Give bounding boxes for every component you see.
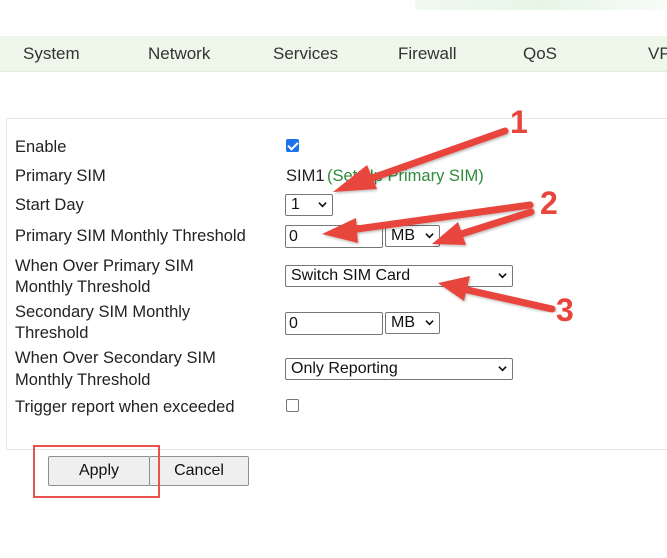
primary-threshold-label: Primary SIM Monthly Threshold — [15, 227, 246, 245]
header-strip — [0, 0, 667, 36]
nav-item-system[interactable]: System — [23, 44, 80, 64]
primary-threshold-input[interactable]: 0 — [285, 225, 383, 248]
chevron-down-icon — [498, 273, 507, 279]
over-primary-selected-value: Switch SIM Card — [291, 267, 411, 284]
nav-item-network[interactable]: Network — [148, 44, 210, 64]
enable-label: Enable — [15, 138, 67, 156]
over-secondary-selected-value: Only Reporting — [291, 360, 398, 377]
secondary-threshold-label-line2: Threshold — [15, 324, 89, 342]
secondary-threshold-label-line1: Secondary SIM Monthly — [15, 303, 191, 321]
over-secondary-label-line2: Monthly Threshold — [15, 371, 151, 389]
start-day-select[interactable]: 1 — [285, 194, 333, 216]
apply-button[interactable]: Apply — [48, 456, 150, 486]
main-navbar: System Network Services Firewall QoS VPN — [0, 36, 667, 72]
secondary-threshold-input[interactable]: 0 — [285, 312, 383, 335]
router-settings-page: System Network Services Firewall QoS VPN… — [0, 0, 667, 558]
primary-threshold-unit-select[interactable]: MB — [385, 225, 440, 247]
header-logo-fragment — [415, 0, 665, 10]
chevron-down-icon — [425, 233, 434, 239]
nav-item-vpn[interactable]: VPN — [648, 44, 667, 64]
primary-sim-value: SIM1 — [286, 167, 325, 185]
start-day-selected-value: 1 — [291, 196, 300, 213]
nav-item-qos[interactable]: QoS — [523, 44, 557, 64]
trigger-report-checkbox[interactable] — [286, 399, 299, 412]
primary-sim-label: Primary SIM — [15, 167, 106, 185]
nav-item-services[interactable]: Services — [273, 44, 338, 64]
footer-divider — [6, 449, 667, 450]
over-primary-action-select[interactable]: Switch SIM Card — [285, 265, 513, 287]
chevron-down-icon — [425, 320, 434, 326]
over-primary-label-line2: Monthly Threshold — [15, 278, 151, 296]
trigger-report-label: Trigger report when exceeded — [15, 398, 235, 416]
over-primary-label-line1: When Over Primary SIM — [15, 257, 194, 275]
nav-item-firewall[interactable]: Firewall — [398, 44, 457, 64]
over-secondary-action-select[interactable]: Only Reporting — [285, 358, 513, 380]
start-day-label: Start Day — [15, 196, 84, 214]
setup-primary-sim-link[interactable]: (Set Up Primary SIM) — [327, 166, 484, 187]
chevron-down-icon — [498, 366, 507, 372]
chevron-down-icon — [318, 202, 327, 208]
enable-checkbox[interactable] — [286, 139, 299, 152]
secondary-threshold-unit-select[interactable]: MB — [385, 312, 440, 334]
over-secondary-label-line1: When Over Secondary SIM — [15, 349, 216, 367]
cancel-button[interactable]: Cancel — [149, 456, 249, 486]
secondary-threshold-unit-value: MB — [391, 314, 415, 331]
primary-threshold-unit-value: MB — [391, 227, 415, 244]
